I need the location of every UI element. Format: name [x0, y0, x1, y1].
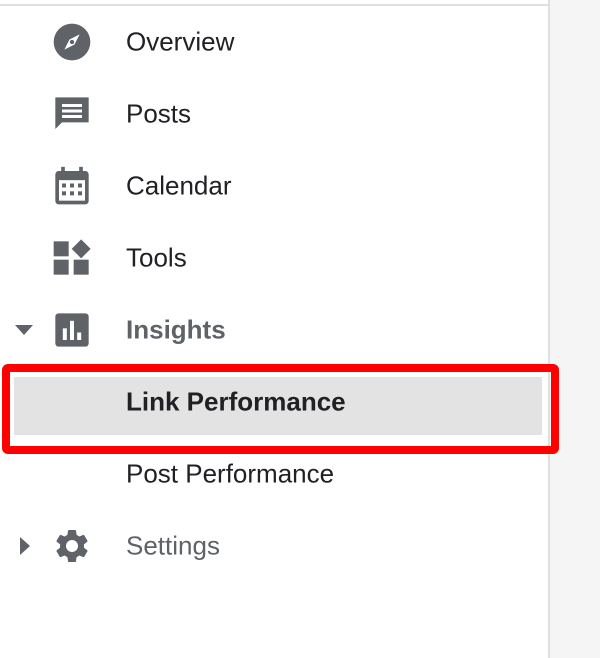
sidebar-item-label: Posts [126, 98, 192, 129]
compass-icon [52, 22, 92, 62]
sidebar-item-label: Settings [126, 530, 220, 561]
gear-icon [52, 526, 92, 566]
calendar-icon [52, 166, 92, 206]
sidebar-item-overview[interactable]: Overview [0, 6, 548, 78]
caret-down-icon[interactable] [12, 318, 36, 342]
caret-right-icon[interactable] [12, 534, 36, 558]
sidebar-subitem-link-performance[interactable]: Link Performance [0, 366, 548, 438]
sidebar-item-tools[interactable]: Tools [0, 222, 548, 294]
sidebar-item-settings[interactable]: Settings [0, 510, 548, 582]
sidebar-item-label: Link Performance [126, 386, 346, 417]
sidebar-item-label: Overview [126, 26, 235, 57]
comment-icon [52, 94, 92, 134]
widgets-icon [52, 238, 92, 278]
sidebar-nav: Overview Posts Calendar Tools Insights L… [0, 0, 550, 658]
sidebar-item-label: Calendar [126, 170, 232, 201]
sidebar-item-posts[interactable]: Posts [0, 78, 548, 150]
sidebar-item-insights[interactable]: Insights [0, 294, 548, 366]
sidebar-item-label: Post Performance [126, 458, 335, 489]
sidebar-item-label: Insights [126, 314, 226, 345]
sidebar-subitem-post-performance[interactable]: Post Performance [0, 438, 548, 510]
sidebar-item-label: Tools [126, 242, 187, 273]
bar-chart-icon [52, 310, 92, 350]
sidebar-item-calendar[interactable]: Calendar [0, 150, 548, 222]
